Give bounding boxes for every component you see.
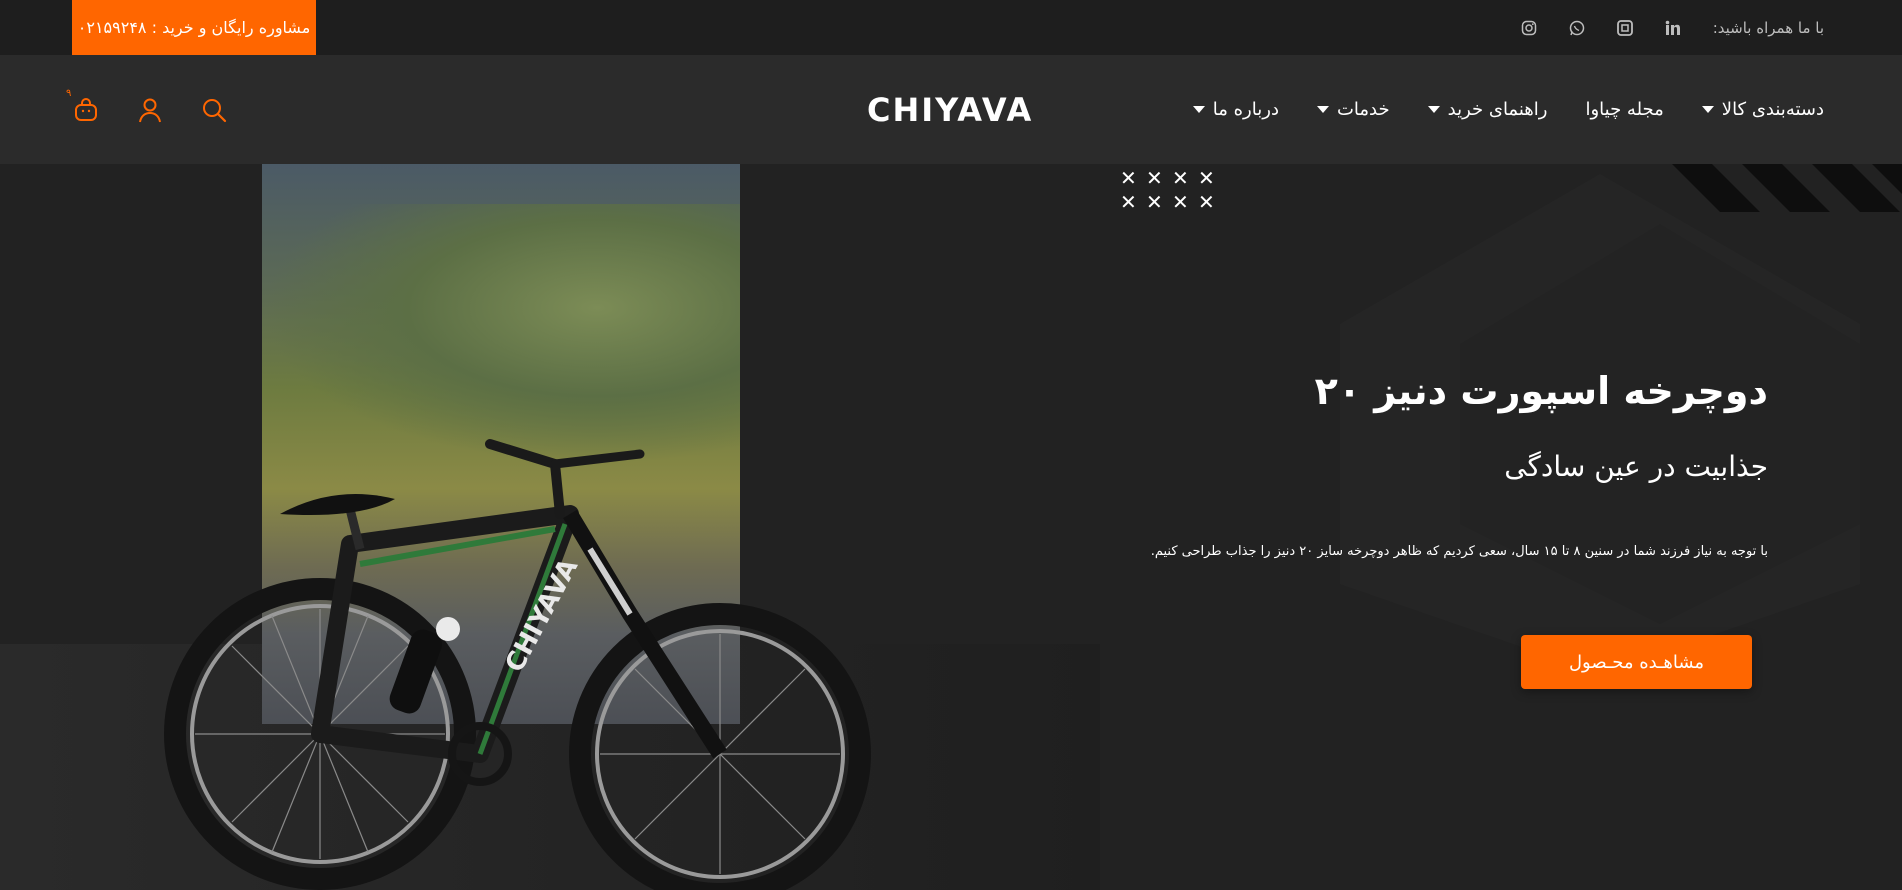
nav-item-services[interactable]: خدمات [1316,99,1390,120]
nav-item-label: مجله چیاوا [1585,99,1664,120]
consultation-button[interactable]: مشاوره رایگان و خرید : ۰۲۱۵۹۲۴۸ [72,0,316,55]
search-icon [203,98,227,122]
hero-slider: ✕ ✕ ✕ ✕ ✕ ✕ ✕ ✕ CHIYAVA دوچرخه اسپورت دن… [0,164,1902,890]
hero-title: دوچرخه اسپورت دنیز ۲۰ [1314,369,1768,413]
chevron-down-icon [1316,106,1329,113]
hero-subtitle: جذابیت در عین سادگی [1504,450,1768,483]
nav-item-magazine[interactable]: مجله چیاوا [1585,99,1663,120]
linkedin-icon[interactable] [1649,0,1697,55]
chevron-down-icon [1427,106,1440,113]
bicycle-image: CHIYAVA [164,439,871,890]
whatsapp-icon[interactable] [1553,0,1601,55]
header-actions: ۹ [66,55,228,164]
nav-item-label: خدمات [1336,99,1390,120]
cross-pattern-decoration: ✕ ✕ ✕ ✕ ✕ ✕ ✕ ✕ [1120,166,1215,214]
account-button[interactable] [136,96,164,124]
cart-icon [75,97,97,121]
nav-item-label: راهنمای خرید [1447,99,1548,120]
nav-item-label: درباره ما [1212,99,1279,120]
top-bar: مشاوره رایگان و خرید : ۰۲۱۵۹۲۴۸ با ما هم… [0,0,1902,55]
nav-item-buying-guide[interactable]: راهنمای خرید [1427,99,1548,120]
instagram-icon[interactable] [1505,0,1553,55]
search-button[interactable] [200,96,228,124]
follow-label: با ما همراه باشید: [1712,18,1824,37]
nav-item-categories[interactable]: دسته‌بندی کالا [1701,99,1824,120]
stripes-decoration [1672,164,1902,212]
site-logo[interactable]: CHIYAVA [867,91,1031,129]
nav-item-about[interactable]: درباره ما [1192,99,1279,120]
hexagon-decoration [1340,174,1860,674]
social-follow: با ما همراه باشید: [1505,0,1824,55]
windows-icon[interactable] [1601,0,1649,55]
view-product-button[interactable]: مشاهـده محـصول [1521,635,1752,689]
main-header: دسته‌بندی کالا مجله چیاوا راهنمای خرید خ… [0,55,1902,164]
nav-item-label: دسته‌بندی کالا [1721,99,1824,120]
hero-description: با توجه به نیاز فرزند شما در سنین ۸ تا ۱… [1150,544,1768,559]
chevron-down-icon [1192,106,1205,113]
main-nav: دسته‌بندی کالا مجله چیاوا راهنمای خرید خ… [1155,55,1824,164]
cart-count-badge: ۹ [66,87,72,99]
cart-button[interactable]: ۹ [66,88,100,124]
user-icon [139,98,161,122]
chevron-down-icon [1701,106,1714,113]
